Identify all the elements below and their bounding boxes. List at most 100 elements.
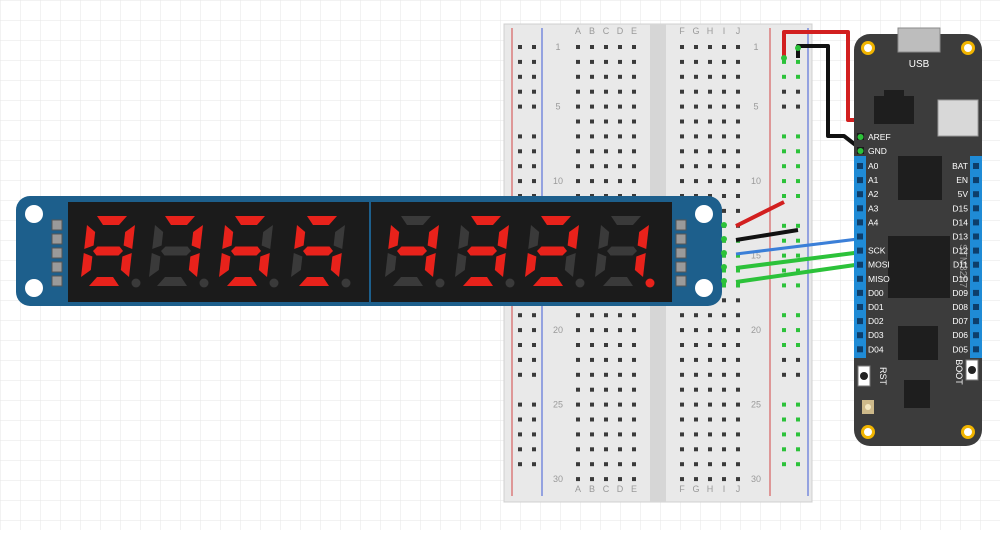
breadboard-hole xyxy=(576,462,580,467)
breadboard-hole xyxy=(694,45,698,49)
column-label: H xyxy=(707,26,714,36)
breadboard-hole xyxy=(722,447,726,452)
mcu-pin-label: D01 xyxy=(868,302,884,312)
mcu-pin-label: D07 xyxy=(952,316,968,326)
breadboard-hole xyxy=(694,119,698,124)
boot-label: BOOT xyxy=(954,359,964,385)
mcu-pin xyxy=(857,261,863,268)
breadboard-hole xyxy=(722,179,726,184)
breadboard-hole xyxy=(680,313,684,318)
power-rail-hole xyxy=(518,357,522,362)
breadboard-hole xyxy=(604,447,608,452)
segment-g xyxy=(303,246,333,256)
mcu-pin-label: D11 xyxy=(953,260,968,270)
breadboard-hole xyxy=(694,357,698,362)
breadboard-hole xyxy=(708,89,712,94)
breadboard-hole xyxy=(694,89,698,94)
breadboard-hole xyxy=(576,447,580,452)
power-rail-hole xyxy=(518,343,522,347)
breadboard-hole xyxy=(632,149,636,154)
power-rail-hole xyxy=(532,134,536,139)
display-left-pin xyxy=(51,261,63,273)
breadboard-hole xyxy=(590,89,594,94)
breadboard-hole xyxy=(590,74,594,79)
breadboard-hole xyxy=(680,477,684,482)
segment-g xyxy=(161,246,191,256)
mcu-pin xyxy=(857,275,863,282)
column-label: B xyxy=(589,484,595,494)
breadboard-hole xyxy=(680,119,684,124)
display-mount-hole-tr xyxy=(695,205,713,223)
mount-hole-tr-inner xyxy=(964,44,972,52)
breadboard-hole xyxy=(576,417,580,422)
power-rail-hole xyxy=(782,223,786,228)
power-rail-hole xyxy=(796,417,800,422)
breadboard-hole xyxy=(694,462,698,467)
mcu-pin-label: D12 xyxy=(952,246,968,256)
power-rail-hole xyxy=(796,253,800,258)
power-rail-hole xyxy=(782,357,786,362)
breadboard-hole xyxy=(736,328,740,333)
breadboard-hole xyxy=(722,387,726,392)
breadboard-hole xyxy=(694,432,698,437)
power-rail-hole xyxy=(518,149,522,154)
breadboard-hole xyxy=(680,432,684,437)
microcontroller-board: USB STM32F7 RST BOOT AREFGNDA0A1A2A3A4SC… xyxy=(854,27,982,446)
breadboard-hole xyxy=(722,357,726,362)
display-left-pin xyxy=(51,247,63,259)
power-rail-hole xyxy=(796,402,800,407)
breadboard-hole xyxy=(736,432,740,437)
breadboard-hole xyxy=(694,134,698,139)
mcu-pin xyxy=(973,346,979,353)
breadboard-hole xyxy=(576,432,580,437)
breadboard-hole xyxy=(604,45,608,49)
power-rail-hole xyxy=(518,134,522,139)
breadboard-hole xyxy=(590,59,594,64)
breadboard-hole xyxy=(708,387,712,392)
breadboard-hole xyxy=(618,432,622,437)
breadboard-hole xyxy=(632,119,636,124)
mcu-pin-label: MOSI xyxy=(868,260,890,270)
breadboard-hole xyxy=(604,119,608,124)
breadboard-hole xyxy=(604,59,608,64)
power-rail-hole xyxy=(532,164,536,169)
breadboard-hole xyxy=(722,432,726,437)
display-mount-hole-br xyxy=(695,279,713,297)
breadboard-hole xyxy=(694,402,698,407)
breadboard-hole xyxy=(590,447,594,452)
breadboard-hole xyxy=(722,104,726,109)
mcu-pin xyxy=(973,318,979,325)
breadboard-hole xyxy=(632,343,636,347)
breadboard-hole xyxy=(604,462,608,467)
breadboard-hole xyxy=(590,462,594,467)
display-connector-pad xyxy=(721,222,727,228)
column-label: A xyxy=(575,484,581,494)
mcu-pin xyxy=(857,289,863,296)
power-rail-hole xyxy=(518,59,522,64)
chip-bottom-2 xyxy=(904,380,930,408)
power-rail-hole xyxy=(532,179,536,184)
breadboard-hole xyxy=(576,372,580,377)
power-rail-hole xyxy=(532,45,536,49)
power-rail-hole xyxy=(782,164,786,169)
breadboard-hole xyxy=(680,462,684,467)
segment-g xyxy=(397,246,427,256)
power-rail-hole xyxy=(782,238,786,243)
breadboard-hole xyxy=(618,89,622,94)
breadboard-hole xyxy=(618,164,622,169)
mcu-pin-label: D13 xyxy=(952,232,968,242)
power-rail-hole xyxy=(782,179,786,184)
mcu-pin xyxy=(857,332,863,339)
power-rail-hole xyxy=(796,223,800,228)
breadboard-hole xyxy=(680,104,684,109)
mount-hole-tl-inner xyxy=(864,44,872,52)
power-rail-hole xyxy=(796,328,800,333)
breadboard-hole xyxy=(604,387,608,392)
row-number: 30 xyxy=(751,474,761,484)
breadboard-hole xyxy=(736,89,740,94)
power-rail-hole xyxy=(796,104,800,109)
rst-label: RST xyxy=(878,367,888,386)
breadboard-hole xyxy=(736,298,740,303)
power-rail-hole xyxy=(782,417,786,422)
breadboard-hole xyxy=(604,432,608,437)
